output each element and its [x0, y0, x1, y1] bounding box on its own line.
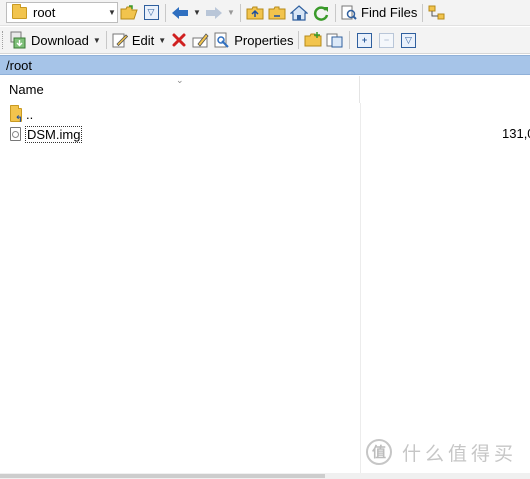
- copy-icon: [326, 33, 343, 48]
- watermark: 值 什么值得买: [366, 437, 526, 467]
- separator: [349, 31, 351, 49]
- open-folder-icon: [120, 4, 138, 19]
- tree-view-button[interactable]: [426, 2, 448, 24]
- separator: [240, 3, 241, 22]
- select-all-button[interactable]: +: [353, 29, 375, 51]
- item-size: 131,0: [502, 126, 530, 141]
- unselect-button[interactable]: −: [375, 29, 397, 51]
- column-name-label: Name: [9, 82, 44, 97]
- toolbar-grip[interactable]: [2, 31, 5, 49]
- edit-icon: [112, 33, 128, 48]
- edit-dropdown-icon[interactable]: ▼: [158, 36, 166, 45]
- properties-icon: [214, 32, 229, 48]
- filter-icon: ▽: [143, 5, 159, 20]
- properties-button[interactable]: Properties: [212, 29, 295, 51]
- location-value: root: [33, 5, 56, 20]
- column-divider: [360, 103, 361, 473]
- navigation-toolbar: root ▼ ▽ ▼ ▼ Find Files: [0, 0, 530, 26]
- column-size-header[interactable]: [361, 76, 530, 103]
- filter-select-button[interactable]: ▽: [397, 29, 419, 51]
- column-name-header[interactable]: Name ⌄: [0, 75, 360, 103]
- edit-label: Edit: [131, 32, 155, 48]
- rename-button[interactable]: [190, 29, 212, 51]
- forward-button[interactable]: ▼: [203, 2, 237, 24]
- find-files-button[interactable]: Find Files: [339, 2, 419, 24]
- delete-button[interactable]: [168, 29, 190, 51]
- download-icon: [10, 31, 26, 49]
- separator: [422, 3, 424, 22]
- column-header: Name ⌄: [0, 75, 530, 103]
- path-bar: /root: [0, 55, 530, 75]
- list-item[interactable]: DSM.img 131,0: [0, 124, 530, 144]
- parent-folder-icon: ↰: [10, 105, 23, 124]
- download-button[interactable]: Download ▼: [7, 29, 103, 51]
- folder-icon: [12, 3, 27, 19]
- watermark-text: 什么值得买: [402, 443, 518, 465]
- back-dropdown-icon[interactable]: ▼: [193, 8, 201, 17]
- new-folder-button[interactable]: [302, 29, 324, 51]
- filter-button[interactable]: ▽: [140, 2, 162, 24]
- home-directory-button[interactable]: [288, 2, 310, 24]
- separator: [165, 3, 166, 22]
- current-path: /root: [6, 57, 33, 73]
- new-folder-icon: [304, 32, 322, 47]
- separator: [105, 31, 107, 49]
- forward-dropdown-icon[interactable]: ▼: [227, 8, 235, 17]
- file-icon: [10, 127, 21, 141]
- filter-icon: ▽: [400, 32, 416, 48]
- file-actions-toolbar: Download ▼ Edit ▼ Properties + − ▽: [0, 27, 530, 54]
- delete-icon: [172, 33, 186, 47]
- item-name: ..: [26, 107, 34, 122]
- horizontal-scrollbar[interactable]: [0, 473, 530, 479]
- forward-arrow-icon: [206, 6, 222, 19]
- rename-icon: [192, 33, 209, 48]
- download-dropdown-icon[interactable]: ▼: [93, 36, 101, 45]
- tree-view-icon: [428, 5, 445, 19]
- location-combobox[interactable]: root ▼: [6, 2, 118, 23]
- root-folder-icon: [268, 6, 286, 19]
- dropdown-arrow-icon[interactable]: ▼: [107, 8, 117, 17]
- find-files-label: Find Files: [361, 5, 418, 20]
- properties-label: Properties: [234, 32, 294, 48]
- open-folder-button[interactable]: [118, 2, 140, 24]
- watermark-logo-icon: 值: [366, 439, 392, 465]
- separator: [335, 3, 336, 22]
- root-directory-button[interactable]: [266, 2, 288, 24]
- download-label: Download: [31, 32, 89, 48]
- minus-icon: −: [378, 32, 394, 48]
- separator: [298, 31, 300, 49]
- back-button[interactable]: ▼: [169, 2, 203, 24]
- refresh-button[interactable]: [310, 2, 332, 24]
- list-item[interactable]: ↰ ..: [0, 105, 530, 125]
- edit-button[interactable]: Edit ▼: [110, 29, 168, 51]
- copy-to-button[interactable]: [324, 29, 346, 51]
- sort-indicator-icon: ⌄: [176, 75, 184, 85]
- plus-icon: +: [356, 32, 372, 48]
- parent-folder-icon: [246, 6, 264, 19]
- item-name: DSM.img: [25, 126, 83, 143]
- refresh-icon: [313, 5, 329, 21]
- parent-directory-button[interactable]: [244, 2, 266, 24]
- file-list[interactable]: Name ⌄ ↰ .. DSM.img 131,0: [0, 75, 530, 473]
- scrollbar-thumb[interactable]: [0, 474, 325, 478]
- find-files-icon: [341, 5, 357, 20]
- back-arrow-icon: [172, 6, 188, 19]
- home-icon: [290, 4, 308, 21]
